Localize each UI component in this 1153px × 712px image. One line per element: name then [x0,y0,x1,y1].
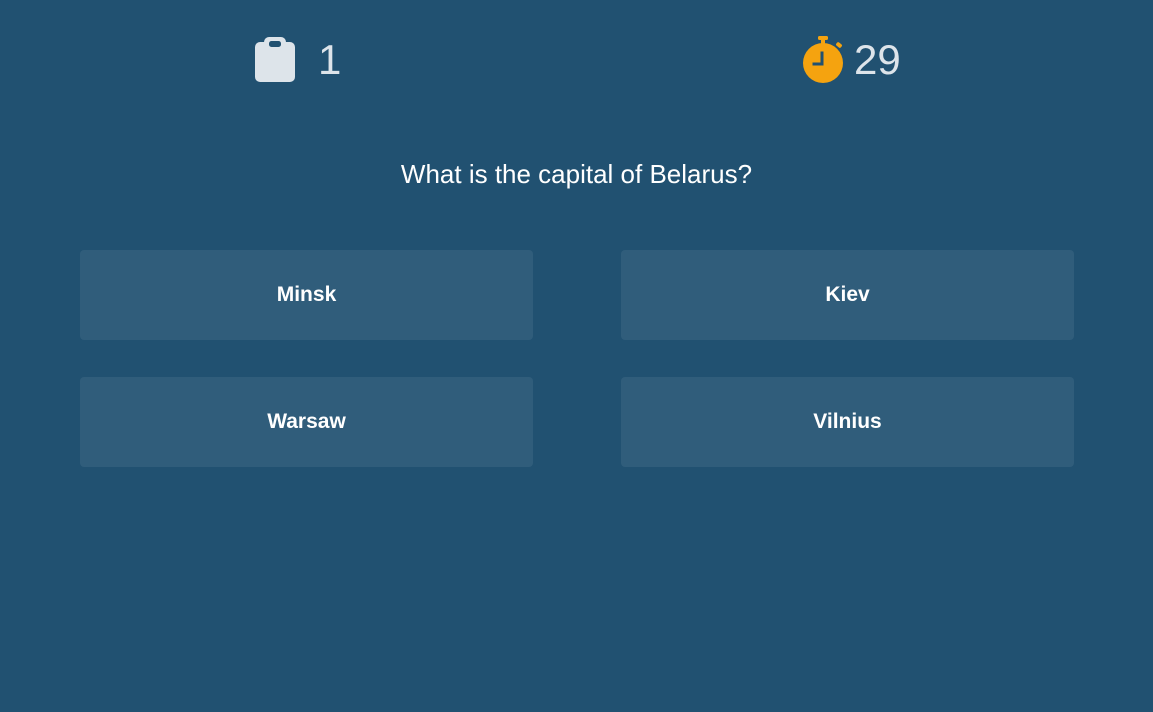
stopwatch-icon [802,36,844,84]
answer-button-kiev[interactable]: Kiev [621,250,1074,340]
time-remaining: 29 [854,36,901,83]
answer-options: Minsk Kiev Warsaw Vilnius [80,250,1074,467]
answer-button-warsaw[interactable]: Warsaw [80,377,533,467]
question-number: 1 [318,36,342,83]
answer-button-vilnius[interactable]: Vilnius [621,377,1074,467]
question-counter: 1 [254,34,341,86]
clipboard-icon [254,37,296,83]
timer: 29 [802,34,901,86]
answer-button-minsk[interactable]: Minsk [80,250,533,340]
question-text: What is the capital of Belarus? [400,159,753,189]
